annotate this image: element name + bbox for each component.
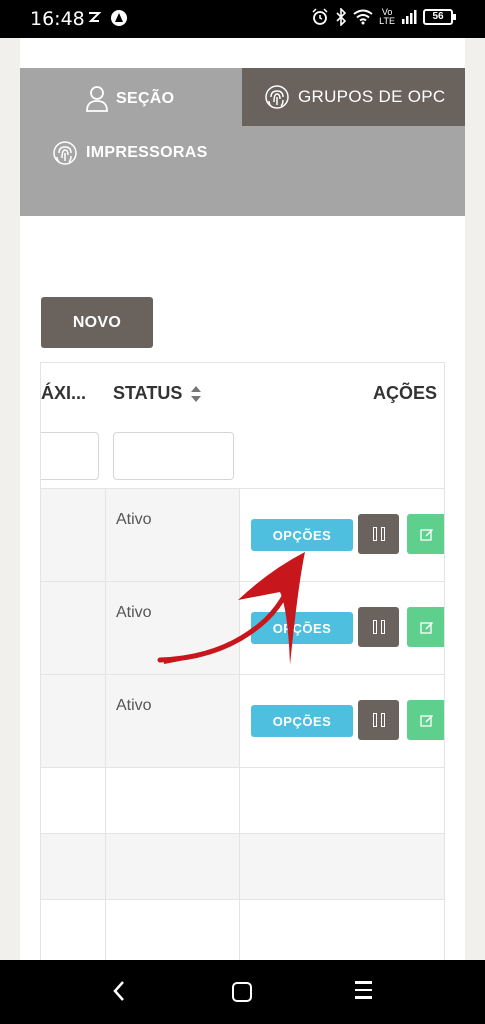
edit-icon <box>420 529 433 541</box>
table-row <box>41 767 444 833</box>
filter-input-status[interactable] <box>113 432 234 480</box>
opcoes-button[interactable]: OPÇÕES <box>251 612 353 644</box>
table-row: Ativo OPÇÕES <box>41 674 444 767</box>
fingerprint-icon <box>265 85 289 109</box>
edit-button[interactable] <box>407 514 444 554</box>
alarm-icon <box>312 8 328 25</box>
tab-impressoras[interactable]: IMPRESSORAS <box>52 138 208 168</box>
table-row: Ativo OPÇÕES <box>41 488 444 581</box>
network-type: Vo LTE <box>379 7 395 26</box>
edit-button[interactable] <box>407 700 444 740</box>
pause-icon <box>372 620 377 634</box>
app-notification-icon <box>111 10 127 26</box>
back-icon[interactable] <box>112 980 126 1002</box>
pause-button[interactable] <box>358 514 399 554</box>
navigation-bar <box>0 960 485 1024</box>
status-cell: Ativo <box>116 697 152 714</box>
pause-icon <box>372 527 377 541</box>
recents-icon[interactable] <box>355 981 372 999</box>
sort-icon[interactable] <box>190 385 202 403</box>
column-header-acoes: AÇÕES <box>372 383 437 403</box>
user-icon <box>86 86 108 112</box>
table-row: Ativo OPÇÕES <box>41 581 444 674</box>
column-header-maximo[interactable]: ÁXI... <box>41 383 86 404</box>
novo-button[interactable]: NOVO <box>41 297 153 348</box>
clock: 16:48 <box>30 8 85 30</box>
pause-icon <box>372 713 377 727</box>
page-content: SEÇÃO GRUPOS DE OPC IMPRESSORAS NOVO ÁXI… <box>20 38 465 960</box>
tab-impressoras-label: IMPRESSORAS <box>86 144 208 161</box>
tab-secao-label: SEÇÃO <box>116 90 175 107</box>
status-cell: Ativo <box>116 511 152 528</box>
pause-button[interactable] <box>358 607 399 647</box>
status-cell: Ativo <box>116 604 152 621</box>
table-row <box>41 899 444 960</box>
edit-icon <box>420 715 433 727</box>
status-bar: 16:48 Vo LTE 56 <box>0 0 485 38</box>
column-header-status[interactable]: STATUS <box>113 383 202 404</box>
wifi-icon <box>353 9 373 25</box>
data-table: ÁXI... STATUS AÇÕES Ativo OPÇÕES Ativo O… <box>40 362 445 960</box>
tab-secao[interactable]: SEÇÃO <box>86 84 174 114</box>
tab-grupos-de-opc[interactable]: GRUPOS DE OPC <box>242 68 465 126</box>
filter-input-maximo[interactable] <box>41 432 99 480</box>
edit-button[interactable] <box>407 607 444 647</box>
fingerprint-icon <box>53 141 77 165</box>
table-row <box>41 833 444 899</box>
pause-button[interactable] <box>358 700 399 740</box>
opcoes-button[interactable]: OPÇÕES <box>251 519 353 551</box>
signal-icon <box>402 10 417 24</box>
home-icon[interactable] <box>232 982 252 1002</box>
tools-icon <box>88 12 102 22</box>
opcoes-button[interactable]: OPÇÕES <box>251 705 353 737</box>
bluetooth-icon <box>336 8 347 26</box>
edit-icon <box>420 622 433 634</box>
tab-grupos-label: GRUPOS DE OPC <box>298 87 446 106</box>
battery-icon: 56 <box>423 9 456 25</box>
tab-bar: SEÇÃO GRUPOS DE OPC IMPRESSORAS <box>20 68 465 216</box>
